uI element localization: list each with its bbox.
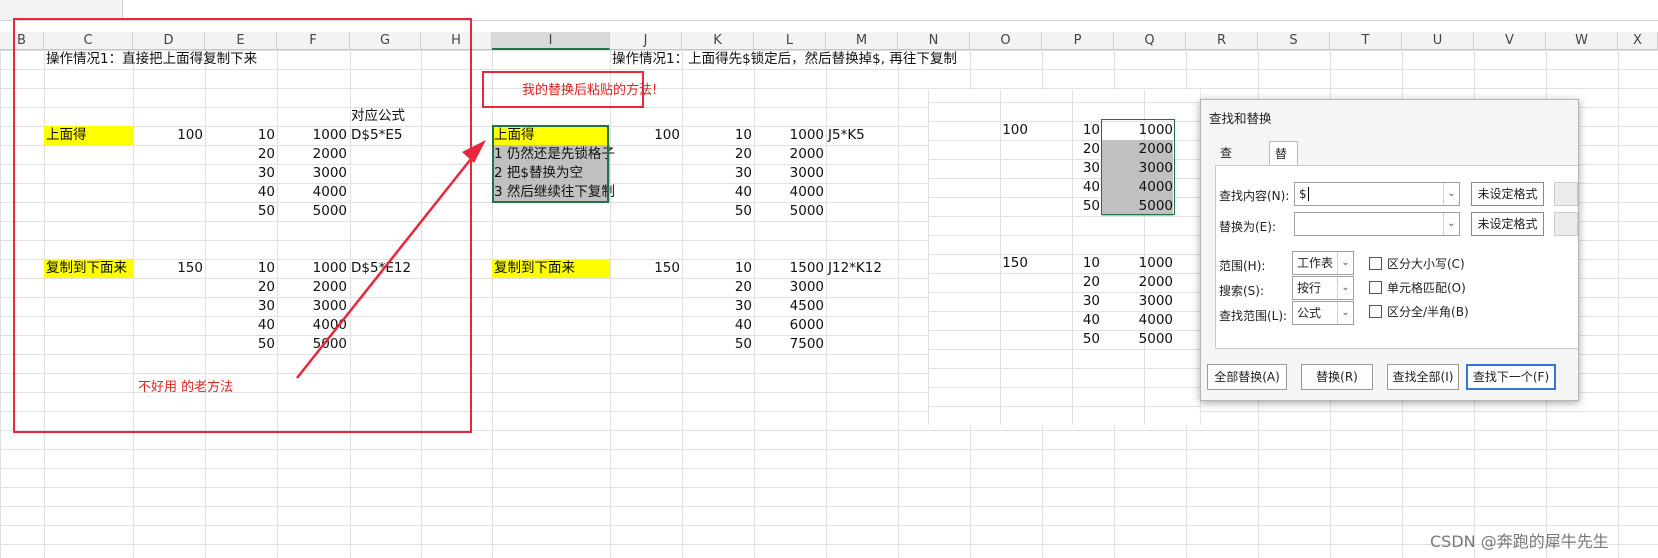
lookin-select[interactable]: 公式 ⌄ xyxy=(1292,301,1354,325)
find-format-button[interactable]: 未设定格式 xyxy=(1471,182,1544,206)
search-select[interactable]: 按行 ⌄ xyxy=(1292,276,1354,300)
replace-format-button[interactable]: 未设定格式 xyxy=(1471,212,1544,236)
lookin-label: 查找范围(L): xyxy=(1219,309,1288,323)
chevron-down-icon[interactable]: ⌄ xyxy=(1337,252,1353,274)
chevron-down-icon[interactable]: ⌄ xyxy=(1443,213,1459,235)
find-label: 查找内容(N): xyxy=(1219,189,1290,203)
scope-select[interactable]: 工作表 ⌄ xyxy=(1292,251,1354,275)
match-width-checkbox[interactable]: 区分全/半角(B) xyxy=(1369,303,1469,320)
tab-find[interactable]: 查找(D) xyxy=(1215,141,1244,208)
match-case-checkbox[interactable]: 区分大小写(C) xyxy=(1369,255,1465,272)
search-value: 按行 xyxy=(1297,281,1322,295)
watermark: CSDN @奔跑的犀牛先生 xyxy=(1430,532,1609,551)
checkbox-icon xyxy=(1369,305,1382,318)
checkbox-icon xyxy=(1369,281,1382,294)
replace-input[interactable]: ⌄ xyxy=(1294,212,1460,236)
lookin-value: 公式 xyxy=(1297,306,1322,320)
find-next-button[interactable]: 查找下一个(F) xyxy=(1466,364,1556,390)
search-label: 搜索(S): xyxy=(1219,284,1265,298)
find-replace-dialog[interactable]: 查找和替换 查找(D) 替换(P) 查找内容(N): $ ⌄ 未设定格式 替换为… xyxy=(1200,99,1579,401)
scope-label: 范围(H): xyxy=(1219,259,1266,273)
find-value: $ xyxy=(1299,187,1307,201)
tab-replace[interactable]: 替换(P) xyxy=(1269,141,1298,209)
scope-value: 工作表 xyxy=(1297,256,1334,270)
checkbox-icon xyxy=(1369,257,1382,270)
match-cell-label: 单元格匹配(O) xyxy=(1387,281,1466,295)
replace-label: 替换为(E): xyxy=(1219,220,1276,234)
match-width-label: 区分全/半角(B) xyxy=(1387,305,1469,319)
chevron-down-icon[interactable]: ⌄ xyxy=(1443,183,1459,205)
replace-all-button[interactable]: 全部替换(A) xyxy=(1207,364,1287,390)
replace-format-dropdown[interactable] xyxy=(1554,212,1578,236)
find-input[interactable]: $ ⌄ xyxy=(1294,182,1460,206)
find-format-dropdown[interactable] xyxy=(1554,182,1578,206)
match-case-label: 区分大小写(C) xyxy=(1387,257,1465,271)
chevron-down-icon[interactable]: ⌄ xyxy=(1337,277,1353,299)
dialog-title: 查找和替换 xyxy=(1209,111,1272,126)
find-all-button[interactable]: 查找全部(I) xyxy=(1387,364,1459,390)
chevron-down-icon[interactable]: ⌄ xyxy=(1337,302,1353,324)
match-cell-checkbox[interactable]: 单元格匹配(O) xyxy=(1369,279,1466,296)
replace-button[interactable]: 替换(R) xyxy=(1301,364,1373,390)
